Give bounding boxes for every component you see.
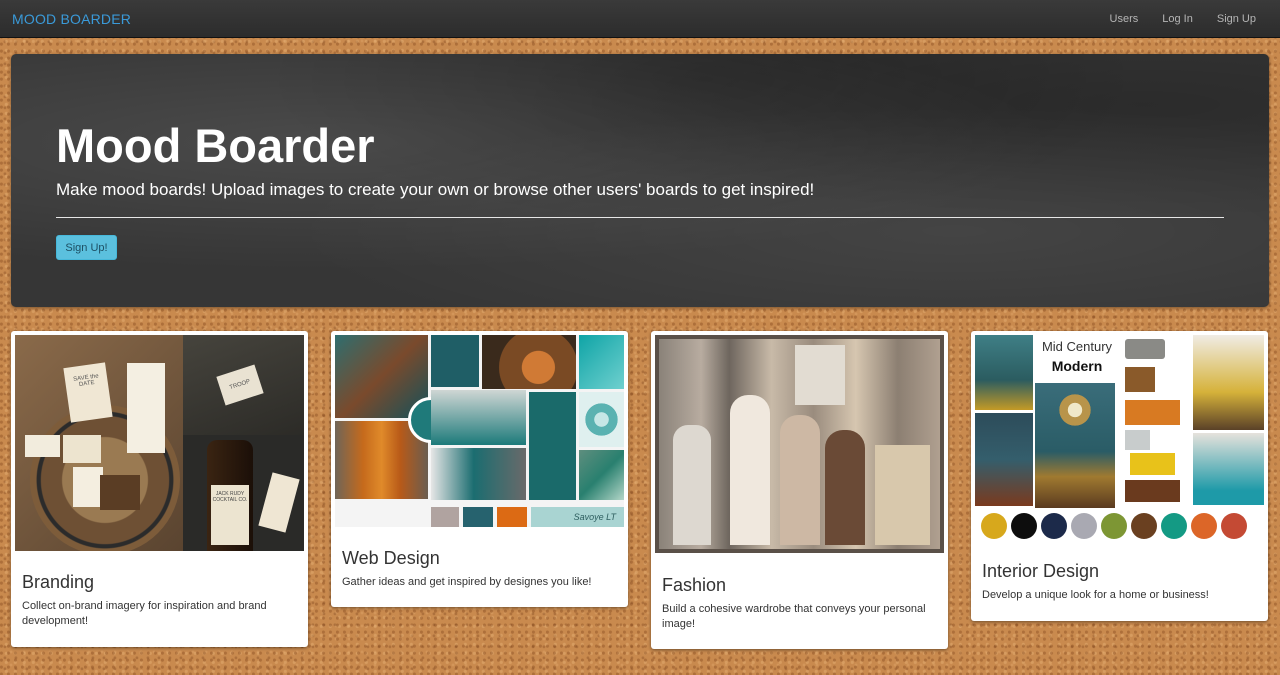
card-description-fashion: Build a cohesive wardrobe that conveys y…: [662, 603, 926, 630]
hero-subtitle: Make mood boards! Upload images to creat…: [56, 180, 815, 199]
nav-link-sign-up[interactable]: Sign Up: [1217, 13, 1256, 25]
swatch-teal: [1161, 513, 1187, 539]
swatch-black: [1011, 513, 1037, 539]
brand-link[interactable]: MOOD BOARDER: [12, 11, 131, 27]
card-title-fashion[interactable]: Fashion: [662, 575, 726, 596]
swatch-gray: [1071, 513, 1097, 539]
swatch-rust: [1221, 513, 1247, 539]
swatch-orange: [1191, 513, 1217, 539]
web-design-moodboard-image[interactable]: Savoye LT: [335, 335, 624, 527]
swatch-brown: [1131, 513, 1157, 539]
card-description-web-design: Gather ideas and get inspired by designe…: [342, 576, 592, 588]
swatch-navy: [1041, 513, 1067, 539]
nav-link-log-in[interactable]: Log In: [1162, 13, 1193, 25]
hero-signup-button[interactable]: Sign Up!: [56, 235, 117, 260]
modern-heading: Modern: [1051, 358, 1103, 374]
mid-century-heading: Mid Century: [1041, 339, 1113, 354]
swatch-olive: [1101, 513, 1127, 539]
card-interior-design[interactable]: Mid Century Modern Interior Design Devel…: [971, 331, 1268, 621]
top-navbar: MOOD BOARDER Users Log In Sign Up: [0, 0, 1280, 38]
card-branding[interactable]: SAVE the DATE TROOP JACK RUDY COCKTAIL C…: [11, 331, 308, 647]
nav-links: Users Log In Sign Up: [1110, 0, 1280, 38]
save-the-date-card: SAVE the DATE: [63, 362, 113, 423]
card-title-interior-design[interactable]: Interior Design: [982, 561, 1099, 582]
card-title-branding[interactable]: Branding: [22, 572, 94, 593]
savoye-font-swatch: Savoye LT: [531, 507, 624, 527]
card-web-design[interactable]: Savoye LT Web Design Gather ideas and ge…: [331, 331, 628, 607]
card-description-interior-design: Develop a unique look for a home or busi…: [982, 589, 1209, 601]
cocktail-label: JACK RUDY COCKTAIL CO.: [211, 485, 249, 545]
branding-moodboard-image[interactable]: SAVE the DATE TROOP JACK RUDY COCKTAIL C…: [15, 335, 304, 551]
card-fashion[interactable]: Fashion Build a cohesive wardrobe that c…: [651, 331, 948, 649]
interior-design-moodboard-image[interactable]: Mid Century Modern: [975, 335, 1264, 541]
fashion-moodboard-image[interactable]: [655, 335, 944, 553]
hero-divider: [56, 217, 1224, 218]
card-title-web-design[interactable]: Web Design: [342, 548, 440, 569]
nav-link-users[interactable]: Users: [1110, 13, 1139, 25]
card-description-branding: Collect on-brand imagery for inspiration…: [22, 600, 267, 627]
hero-jumbotron: Mood Boarder Make mood boards! Upload im…: [11, 54, 1269, 307]
swatch-mustard: [981, 513, 1007, 539]
hero-title: Mood Boarder: [56, 119, 375, 172]
